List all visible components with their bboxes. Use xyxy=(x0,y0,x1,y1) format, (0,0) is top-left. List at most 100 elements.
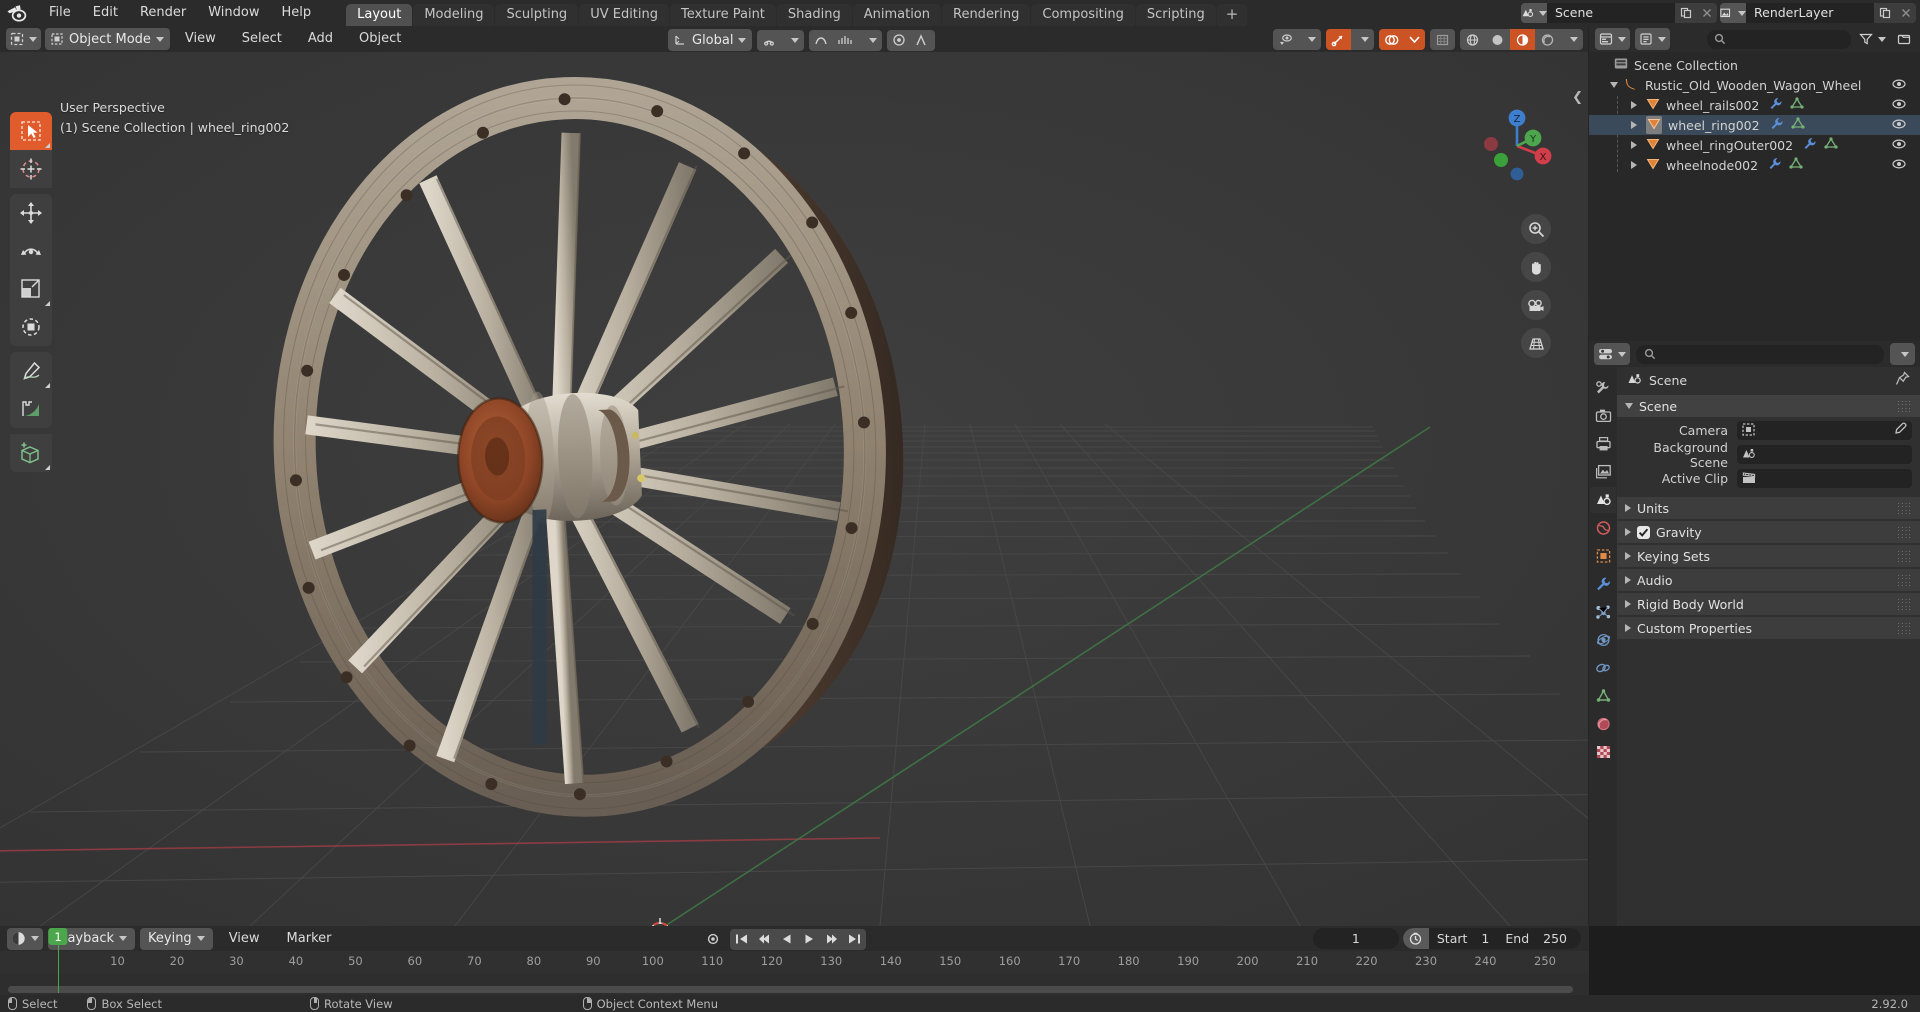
overlay-controls[interactable] xyxy=(1379,29,1425,50)
wrench-icon[interactable] xyxy=(1768,157,1782,173)
viewport-menu-object[interactable]: Object xyxy=(348,29,412,49)
outliner-row-wheelnode[interactable]: wheelnode002 xyxy=(1589,155,1920,175)
timeline-ruler[interactable]: 10 20 30 40 50 60 70 80 90 100 110 120 130 140 150 160 1… xyxy=(0,951,1589,973)
menu-file[interactable]: File xyxy=(38,3,82,23)
shading-modes[interactable] xyxy=(1460,29,1583,50)
pin-icon[interactable] xyxy=(1895,371,1910,389)
tool-transform[interactable] xyxy=(10,308,52,346)
property-field-background-scene[interactable] xyxy=(1737,445,1912,464)
visibility-icon[interactable] xyxy=(1273,29,1298,50)
workspace-tab-sculpting[interactable]: Sculpting xyxy=(495,4,579,26)
pivot-point-icon[interactable] xyxy=(887,30,911,51)
mesh-data-icon[interactable] xyxy=(1824,137,1838,153)
properties-tab-tool[interactable] xyxy=(1590,375,1616,401)
workspace-tab-scripting[interactable]: Scripting xyxy=(1135,4,1216,26)
gizmo-dropdown[interactable] xyxy=(1351,29,1374,50)
timeline-playhead-label[interactable]: 1 xyxy=(48,928,68,945)
viewport-canvas[interactable]: User Perspective (1) Scene Collection | … xyxy=(0,52,1589,926)
scene-selector[interactable]: Scene xyxy=(1521,3,1717,23)
workspace-tab-modeling[interactable]: Modeling xyxy=(413,4,495,26)
menu-edit[interactable]: Edit xyxy=(82,3,129,23)
use-preview-range-icon[interactable] xyxy=(1402,928,1429,949)
zoom-icon[interactable] xyxy=(1521,214,1551,244)
outliner-editor[interactable]: Scene Collection Rustic_Old_Wooden_Wagon… xyxy=(1589,26,1920,341)
remove-view-layer-button[interactable] xyxy=(1895,3,1916,23)
transport-controls[interactable] xyxy=(730,928,866,950)
add-workspace-button[interactable]: + xyxy=(1216,4,1248,26)
properties-tab-output[interactable] xyxy=(1590,431,1616,457)
blender-logo-icon[interactable] xyxy=(6,3,28,23)
panel-header-keying-sets[interactable]: Keying Sets :::::::: xyxy=(1617,545,1920,567)
timeline-horizontal-scrollbar[interactable] xyxy=(8,986,1573,993)
tool-tweak[interactable] xyxy=(10,112,52,150)
3d-viewport[interactable]: Object Mode View Select Add Object Globa… xyxy=(0,26,1589,926)
menu-window[interactable]: Window xyxy=(197,3,270,23)
mesh-data-icon[interactable] xyxy=(1789,157,1803,173)
outliner-filter-button[interactable] xyxy=(1856,28,1889,50)
tool-add-cube[interactable] xyxy=(10,434,52,472)
view-layer-name-field[interactable]: RenderLayer xyxy=(1746,3,1874,23)
properties-tab-material[interactable] xyxy=(1590,711,1616,737)
properties-tab-texture[interactable] xyxy=(1590,739,1616,765)
properties-tab-particles[interactable] xyxy=(1590,599,1616,625)
gizmo-controls[interactable] xyxy=(1326,29,1374,50)
mode-selector[interactable]: Object Mode xyxy=(45,28,170,50)
outliner-row-wheel-rails[interactable]: wheel_rails002 xyxy=(1589,95,1920,115)
solid-shading-icon[interactable] xyxy=(1485,29,1510,50)
play-button[interactable] xyxy=(798,929,820,950)
outliner-new-collection-button[interactable] xyxy=(1894,28,1914,50)
properties-tab-modifiers[interactable] xyxy=(1590,571,1616,597)
properties-tab-physics[interactable] xyxy=(1590,627,1616,653)
properties-tab-world[interactable] xyxy=(1590,515,1616,541)
workspace-tab-shading[interactable]: Shading xyxy=(776,4,852,26)
outliner-row-wheel-ring[interactable]: wheel_ring002 xyxy=(1589,115,1920,135)
wrench-icon[interactable] xyxy=(1770,117,1784,133)
transform-orientation-selector[interactable]: Global xyxy=(668,29,753,51)
mesh-data-icon[interactable] xyxy=(1790,97,1804,113)
workspace-tab-uv-editing[interactable]: UV Editing xyxy=(579,4,670,26)
proportional-edit-icon[interactable] xyxy=(809,30,833,51)
properties-tab-data[interactable] xyxy=(1590,683,1616,709)
properties-tab-render[interactable] xyxy=(1590,403,1616,429)
workspace-tab-rendering[interactable]: Rendering xyxy=(942,4,1031,26)
menu-help[interactable]: Help xyxy=(271,3,323,23)
shading-dropdown[interactable] xyxy=(1560,29,1583,50)
tool-annotate[interactable] xyxy=(10,352,52,390)
play-reverse-button[interactable] xyxy=(776,929,798,950)
pan-hand-icon[interactable] xyxy=(1521,252,1551,282)
timeline-editor-type-button[interactable] xyxy=(7,927,43,950)
wrench-icon[interactable] xyxy=(1769,97,1783,113)
properties-tab-object[interactable] xyxy=(1590,543,1616,569)
outliner-disclosure-triangle[interactable] xyxy=(1627,161,1640,169)
visibility-eye-icon[interactable] xyxy=(1892,158,1906,173)
outliner-disclosure-triangle[interactable] xyxy=(1627,121,1640,129)
current-frame-field[interactable]: 1 xyxy=(1312,928,1399,949)
outliner-row-wheel-ring-outer[interactable]: wheel_ringOuter002 xyxy=(1589,135,1920,155)
unlink-scene-button[interactable] xyxy=(1696,3,1717,23)
jump-to-start-button[interactable] xyxy=(730,929,753,950)
editor-type-button[interactable] xyxy=(6,28,41,50)
timeline-editor[interactable]: Playback Keying View Marker 1 Start 1 En… xyxy=(0,926,1589,995)
outliner-row-armature[interactable]: Rustic_Old_Wooden_Wagon_Wheel xyxy=(1589,75,1920,95)
end-frame-field[interactable]: End 250 xyxy=(1497,928,1581,949)
proportional-falloff-curve-icon[interactable] xyxy=(911,30,935,51)
viewport-menu-view[interactable]: View xyxy=(174,29,227,49)
properties-tab-view-layer[interactable] xyxy=(1590,459,1616,485)
workspace-tab-texture-paint[interactable]: Texture Paint xyxy=(670,4,776,26)
tool-cursor[interactable] xyxy=(10,150,52,188)
timeline-menu-view[interactable]: View xyxy=(218,929,271,949)
falloff-icon[interactable] xyxy=(833,30,859,51)
panel-header-gravity[interactable]: Gravity :::::::: xyxy=(1617,521,1920,543)
timeline-menu-keying[interactable]: Keying xyxy=(140,927,213,950)
falloff-dropdown[interactable] xyxy=(859,30,882,51)
property-field-active-clip[interactable] xyxy=(1737,469,1912,488)
workspace-tab-animation[interactable]: Animation xyxy=(852,4,941,26)
workspace-tab-compositing[interactable]: Compositing xyxy=(1031,4,1135,26)
outliner-editor-type-button[interactable] xyxy=(1595,28,1630,50)
properties-options-button[interactable] xyxy=(1890,343,1915,365)
properties-content[interactable]: Scene Scene :::::::: Camera Background S… xyxy=(1617,367,1920,926)
snap-controls[interactable] xyxy=(757,29,805,51)
tool-measure[interactable] xyxy=(10,390,52,428)
panel-header-scene[interactable]: Scene :::::::: xyxy=(1617,395,1920,417)
view-layer-selector[interactable]: RenderLayer xyxy=(1720,3,1916,23)
